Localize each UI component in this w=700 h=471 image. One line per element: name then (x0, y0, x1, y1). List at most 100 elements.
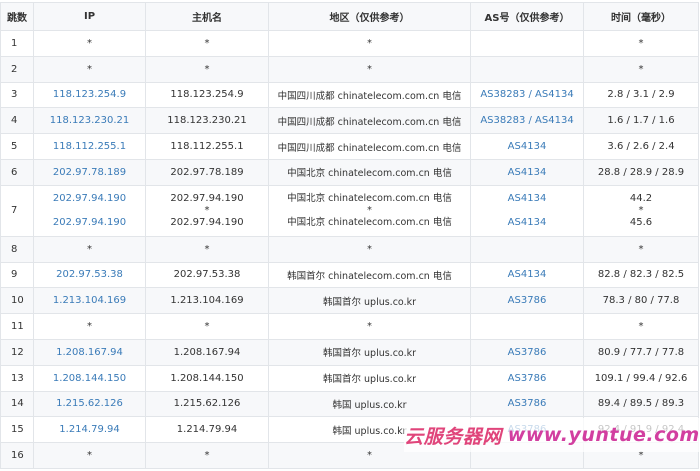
ip-value[interactable]: 1.208.167.94 (56, 347, 123, 358)
cell-location: 韩国首尔 uplus.co.kr (268, 338, 471, 366)
time-value: * (638, 204, 644, 216)
hostname-value: 202.97.94.190 (170, 192, 244, 204)
hostname-value: 118.112.255.1 (170, 141, 244, 153)
table-row: 4 118.123.230.21 118.123.230.21 中国四川成都 chin… (0, 107, 699, 135)
ip-value[interactable]: 202.97.94.190 (35, 217, 144, 229)
ip-value[interactable]: 202.97.94.190 (35, 193, 144, 205)
location-value: 中国北京 chinatelecom.com.cn 电信 (287, 168, 452, 180)
time-value: 1.6 / 1.7 / 1.6 (607, 115, 675, 127)
cell-ip: * (33, 313, 146, 340)
ip-value[interactable]: 202.97.78.189 (53, 167, 126, 178)
hostname-value: 202.97.78.189 (170, 166, 244, 178)
ip-value: * (87, 63, 92, 75)
cell-hostname: 1.215.62.126 (145, 390, 269, 418)
location-value: * (367, 321, 372, 333)
cell-as: AS3786 (470, 338, 584, 366)
cell-as (470, 30, 584, 57)
ip-value[interactable]: 1.215.62.126 (56, 398, 123, 409)
header-row: 跳数 IP 主机名 地区（仅供参考） AS号（仅供参考） 时间（毫秒） (0, 2, 699, 31)
cell-time: * (583, 313, 699, 340)
hop-value: 4 (11, 115, 18, 127)
cell-as (470, 313, 584, 340)
time-value: 78.3 / 80 / 77.8 (602, 295, 680, 307)
as-value[interactable]: AS4134 (472, 193, 582, 205)
hostname-value: 1.208.144.150 (170, 372, 244, 384)
as-value[interactable]: AS4134 (472, 217, 582, 229)
ip-value[interactable]: 1.208.144.150 (53, 373, 126, 384)
watermark: 云服务器网 www.yuntue.com (404, 418, 700, 452)
as-value[interactable]: AS3786 (508, 347, 547, 358)
ip-value: * (87, 243, 92, 255)
cell-time: 2.8 / 3.1 / 2.9 (583, 81, 699, 109)
location-value: * (367, 450, 372, 462)
cell-hostname: * (145, 55, 269, 83)
table-row: 5 118.112.255.1 118.112.255.1 中国四川成都 chinat… (0, 133, 699, 160)
as-value[interactable]: AS4134 (508, 141, 547, 152)
cell-hostname: 118.112.255.1 (145, 133, 269, 160)
cell-time: 28.8 / 28.9 / 28.9 (583, 158, 699, 186)
cell-location: 中国四川成都 chinatelecom.com.cn 电信 (268, 133, 471, 160)
hop-value: 14 (11, 398, 24, 410)
cell-hostname: 202.97.94.190 * 202.97.94.190 (145, 184, 269, 237)
hostname-value: * (204, 37, 210, 49)
as-value[interactable]: AS4134 (508, 269, 547, 280)
as-value (472, 205, 582, 217)
cell-location: 韩国首尔 uplus.co.kr (268, 287, 471, 315)
cell-time: * (583, 55, 699, 83)
cell-hop: 1 (0, 30, 34, 57)
cell-time: 80.9 / 77.7 / 77.8 (583, 338, 699, 366)
ip-value[interactable]: 202.97.53.38 (56, 269, 123, 280)
header-location: 地区（仅供参考） (268, 2, 471, 31)
as-value[interactable]: AS4134 (508, 167, 547, 178)
ip-value[interactable]: 118.112.255.1 (53, 141, 126, 152)
ip-value: * (87, 450, 92, 462)
hop-value: 13 (11, 372, 24, 384)
location-value: 中国四川成都 chinatelecom.com.cn 电信 (277, 142, 462, 154)
cell-as: AS3786 (470, 364, 584, 392)
location-value: 中国四川成都 chinatelecom.com.cn 电信 (277, 116, 462, 128)
time-value: 82.8 / 82.3 / 82.5 (597, 269, 685, 281)
hostname-value: 1.214.79.94 (176, 424, 238, 436)
table-row: 7 202.97.94.190 202.97.94.190 202.97.94.19… (0, 184, 699, 237)
time-value: 45.6 (629, 216, 653, 228)
cell-hop: 7 (0, 184, 34, 237)
hop-value: 10 (11, 295, 24, 307)
cell-hop: 15 (0, 416, 34, 444)
hostname-value: * (204, 243, 210, 255)
cell-ip: * (33, 55, 146, 83)
cell-time: 89.4 / 89.5 / 89.3 (583, 390, 699, 418)
hop-value: 16 (11, 450, 24, 462)
cell-time: 44.2 * 45.6 (583, 184, 699, 237)
as-value[interactable]: AS3786 (508, 295, 547, 306)
location-value: * (367, 37, 372, 49)
ip-value[interactable]: 1.214.79.94 (59, 424, 119, 435)
as-value[interactable]: AS38283 / AS4134 (480, 115, 573, 126)
cell-hostname: 1.214.79.94 (145, 416, 269, 444)
header-ip: IP (33, 2, 146, 31)
ip-value[interactable]: 118.123.230.21 (50, 115, 130, 126)
as-value[interactable]: AS3786 (508, 398, 547, 409)
as-value[interactable]: AS38283 / AS4134 (480, 89, 573, 100)
location-value: 中国北京 chinatelecom.com.cn 电信 (287, 216, 452, 228)
table-body: 1 * * * * 2 * * * * 3 118.123.254.9 118.123.254.9 中国四… (0, 30, 699, 469)
ip-value (35, 205, 144, 217)
cell-ip: 118.112.255.1 (33, 133, 146, 160)
location-value: 韩国 uplus.co.kr (332, 399, 407, 411)
cell-as: AS4134 AS4134 (470, 184, 584, 237)
hop-value: 9 (11, 269, 18, 281)
table-row: 9 202.97.53.38 202.97.53.38 韩国首尔 chinatelec… (0, 261, 699, 289)
as-value[interactable]: AS3786 (508, 373, 547, 384)
cell-hop: 4 (0, 107, 34, 135)
ip-value[interactable]: 1.213.104.169 (53, 295, 126, 306)
cell-as: AS3786 (470, 287, 584, 315)
time-value: 28.8 / 28.9 / 28.9 (597, 166, 685, 178)
time-value: 80.9 / 77.7 / 77.8 (597, 346, 685, 358)
time-value: 89.4 / 89.5 / 89.3 (597, 398, 685, 410)
cell-as: AS3786 (470, 390, 584, 418)
ip-value[interactable]: 118.123.254.9 (53, 89, 126, 100)
cell-hostname: 202.97.78.189 (145, 158, 269, 186)
hostname-value: * (204, 63, 210, 75)
hop-value: 3 (11, 89, 18, 101)
table-row: 3 118.123.254.9 118.123.254.9 中国四川成都 chinat… (0, 81, 699, 109)
header-hop: 跳数 (0, 2, 34, 31)
